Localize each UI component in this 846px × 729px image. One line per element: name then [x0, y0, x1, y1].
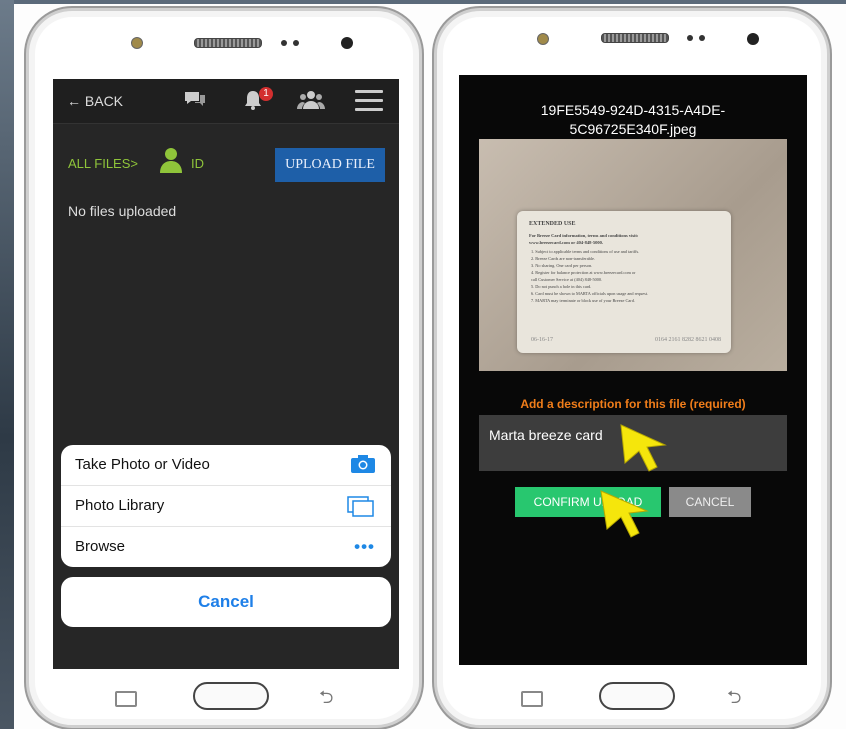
take-photo-label: Take Photo or Video [75, 456, 210, 473]
card-rule: 5. Do not punch a hole in this card. [531, 284, 592, 289]
front-camera [537, 33, 549, 45]
sensor-dot [699, 35, 705, 41]
file-name-title: 19FE5549-924D-4315-A4DE- 5C96725E340F.jp… [499, 101, 767, 139]
description-label: Add a description for this file (require… [520, 397, 746, 411]
photo-library-option[interactable]: Photo Library [61, 486, 391, 527]
back-link[interactable]: ← BACK [67, 93, 123, 109]
card-line2: www.breezecard.com or 404-848-5000. [529, 240, 603, 245]
card-line1: For Breeze Card information, terms and c… [529, 233, 639, 238]
sensor-dot [293, 40, 299, 46]
background-photo [0, 0, 14, 729]
card-rule: call Customer Service at (404) 848-5000. [531, 277, 603, 282]
left-phone-frame: ⮌ ← BACK 1 ALL FILES> ID UPLOAD FILE No … [26, 8, 422, 728]
file-name-line1: 19FE5549-924D-4315-A4DE- [540, 102, 726, 118]
card-rule: 4. Register for balance protection at ww… [531, 270, 636, 275]
recent-apps-button[interactable] [115, 691, 137, 707]
menu-icon[interactable] [355, 90, 383, 112]
user-icon [159, 147, 183, 178]
photo-library-icon [347, 496, 375, 523]
breadcrumb-id: ID [191, 156, 204, 171]
back-hardware-button[interactable]: ⮌ [319, 685, 333, 715]
users-icon[interactable] [297, 89, 325, 116]
notification-badge: 1 [259, 87, 273, 101]
left-screen: ← BACK 1 ALL FILES> ID UPLOAD FILE No fi… [53, 79, 399, 669]
take-photo-option[interactable]: Take Photo or Video [61, 445, 391, 486]
camera-icon [351, 455, 375, 478]
upload-file-button[interactable]: UPLOAD FILE [275, 148, 385, 182]
right-screen: 19FE5549-924D-4315-A4DE- 5C96725E340F.jp… [459, 75, 807, 665]
pointer-arrow-icon [600, 490, 649, 538]
chat-icon[interactable] [183, 89, 207, 114]
breeze-card-image: EXTENDED USE For Breeze Card information… [517, 211, 731, 353]
sensor-dot [281, 40, 287, 46]
cancel-sheet-button[interactable]: Cancel [61, 577, 391, 627]
front-camera [131, 37, 143, 49]
photo-library-label: Photo Library [75, 497, 165, 514]
action-sheet: Take Photo or Video Photo Library Browse… [61, 445, 391, 567]
cancel-upload-button[interactable]: CANCEL [669, 487, 751, 517]
uploaded-photo-preview: EXTENDED USE For Breeze Card information… [479, 139, 787, 371]
card-rule: 2. Breeze Cards are non-transferable. [531, 256, 595, 261]
home-button[interactable] [193, 682, 269, 710]
empty-message: No files uploaded [68, 203, 177, 219]
sensor-dot [687, 35, 693, 41]
card-rule: 1. Subject to applicable terms and condi… [531, 249, 640, 254]
card-rule: 3. No sharing. One card per person. [531, 263, 593, 268]
speaker-grille [601, 33, 669, 43]
home-button[interactable] [599, 682, 675, 710]
browse-option[interactable]: Browse ••• [61, 527, 391, 567]
card-rule: 7. MARTA may terminate or block use of y… [531, 298, 635, 303]
more-dots-icon: ••• [354, 537, 375, 556]
card-rule: 6. Card must be shown to MARTA officials… [531, 291, 649, 296]
browse-label: Browse [75, 538, 126, 555]
card-heading: EXTENDED USE [529, 221, 576, 227]
camera-lens [747, 33, 759, 45]
card-serial: 0164 2161 8282 8621 0408 [655, 337, 721, 343]
file-name-line2: 5C96725E340F.jpeg [569, 121, 697, 137]
top-navigation-bar: ← BACK 1 [53, 79, 399, 124]
pointer-arrow-icon [620, 424, 667, 472]
speaker-grille [194, 38, 262, 48]
camera-lens [341, 37, 353, 49]
right-phone-frame: ⮌ 19FE5549-924D-4315-A4DE- 5C96725E340F.… [434, 8, 830, 728]
card-date: 06-16-17 [531, 337, 553, 343]
breadcrumb-all-files[interactable]: ALL FILES> [68, 156, 138, 171]
back-hardware-button[interactable]: ⮌ [727, 685, 741, 715]
recent-apps-button[interactable] [521, 691, 543, 707]
